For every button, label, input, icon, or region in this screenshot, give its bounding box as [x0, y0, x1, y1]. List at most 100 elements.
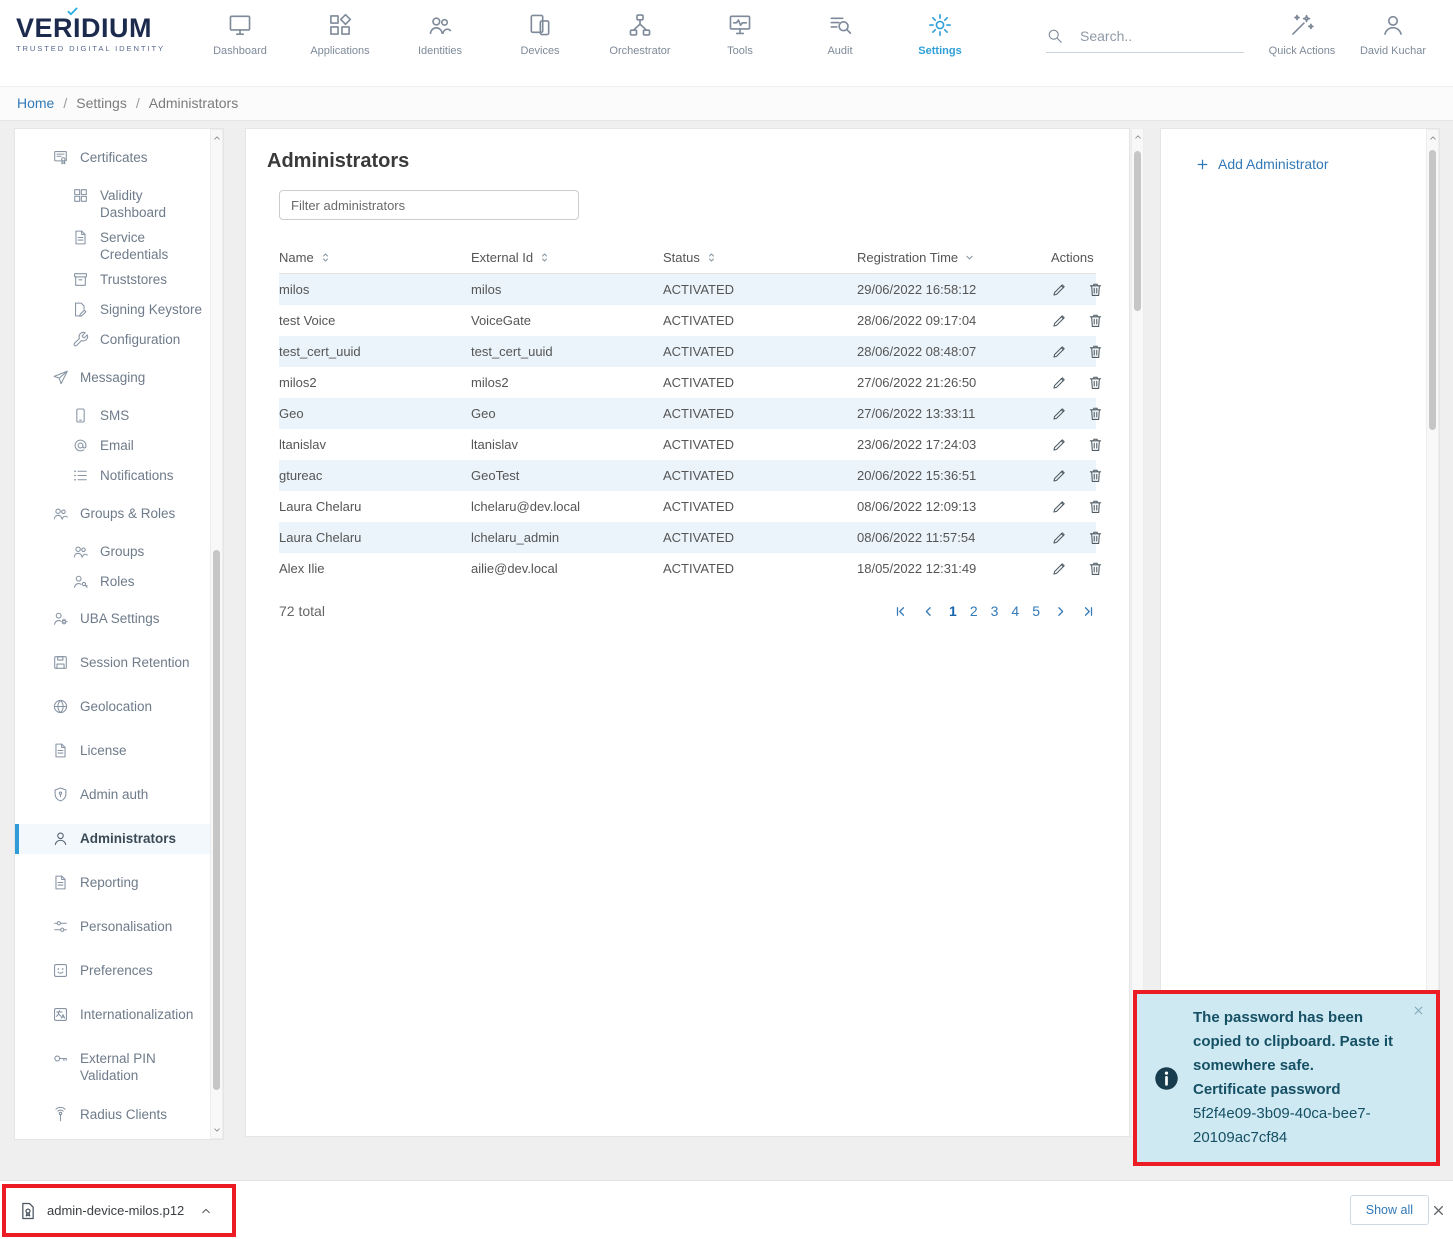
page-4[interactable]: 4: [1011, 603, 1019, 619]
nav-orchestrator[interactable]: Orchestrator: [590, 12, 690, 57]
sidebar-item-email[interactable]: Email: [15, 431, 223, 461]
veridium-logo[interactable]: VERIDIUM TRUSTED DIGITAL IDENTITY: [16, 13, 165, 53]
page-1[interactable]: 1: [949, 603, 957, 619]
quick-actions-button[interactable]: Quick Actions: [1258, 12, 1346, 57]
sidebar-item-radius-clients[interactable]: Radius Clients: [15, 1100, 223, 1130]
scroll-down-icon[interactable]: [212, 1125, 222, 1135]
show-all-button[interactable]: Show all: [1350, 1195, 1429, 1225]
page-title: Administrators: [267, 150, 1129, 173]
scroll-up-icon[interactable]: [212, 133, 222, 143]
sidebar-item-validity-dashboard[interactable]: Validity Dashboard: [15, 181, 223, 223]
edit-icon[interactable]: [1051, 436, 1068, 453]
edit-icon[interactable]: [1051, 405, 1068, 422]
edit-icon[interactable]: [1051, 560, 1068, 577]
column-header-status[interactable]: Status: [663, 250, 857, 265]
nav-tools[interactable]: Tools: [690, 12, 790, 57]
edit-icon[interactable]: [1051, 498, 1068, 515]
column-header-name[interactable]: Name: [279, 250, 471, 265]
administrators-icon: [52, 830, 69, 847]
previous-page-icon[interactable]: [921, 604, 936, 619]
sidebar-item-notifications[interactable]: Notifications: [15, 461, 223, 491]
brand-tagline: TRUSTED DIGITAL IDENTITY: [16, 44, 165, 53]
delete-icon[interactable]: [1087, 405, 1104, 422]
first-page-icon[interactable]: [893, 604, 908, 619]
sidebar-item-roles[interactable]: Roles: [15, 567, 223, 597]
nav-dashboard[interactable]: Dashboard: [190, 12, 290, 57]
user-menu[interactable]: David Kuchar: [1346, 12, 1440, 57]
sidebar-item-signing-keystore[interactable]: Signing Keystore: [15, 295, 223, 325]
column-header-actions[interactable]: Actions: [1051, 250, 1096, 265]
sidebar-item-service-credentials[interactable]: Service Credentials: [15, 223, 223, 265]
sidebar-item-reporting[interactable]: Reporting: [15, 868, 223, 898]
page-3[interactable]: 3: [991, 603, 999, 619]
delete-icon[interactable]: [1087, 374, 1104, 391]
sidebar-item-groups[interactable]: Groups: [15, 537, 223, 567]
download-bar: admin-device-milos.p12 Show all: [0, 1180, 1453, 1239]
sidebar-item-certificates[interactable]: Certificates: [15, 143, 223, 173]
nav-applications[interactable]: Applications: [290, 12, 390, 57]
nav-devices[interactable]: Devices: [490, 12, 590, 57]
sidebar-item-uba-settings[interactable]: UBA Settings: [15, 604, 223, 634]
edit-icon[interactable]: [1051, 529, 1068, 546]
delete-icon[interactable]: [1087, 436, 1104, 453]
close-icon[interactable]: [1431, 1203, 1446, 1218]
brand-name: VERIDIUM: [16, 13, 152, 43]
next-page-icon[interactable]: [1053, 604, 1068, 619]
delete-icon[interactable]: [1087, 529, 1104, 546]
sidebar-scrollbar[interactable]: [210, 129, 223, 1139]
scrollbar-thumb[interactable]: [1429, 150, 1436, 430]
delete-icon[interactable]: [1087, 498, 1104, 515]
edit-icon[interactable]: [1051, 281, 1068, 298]
page-2[interactable]: 2: [970, 603, 978, 619]
sidebar-item-preferences[interactable]: Preferences: [15, 956, 223, 986]
download-item[interactable]: admin-device-milos.p12: [6, 1201, 232, 1221]
filter-administrators-input[interactable]: [279, 190, 579, 220]
sidebar-item-external-pin-validation[interactable]: External PIN Validation: [15, 1044, 223, 1086]
sidebar-item-internationalization[interactable]: Internationalization: [15, 1000, 223, 1030]
sidebar-item-administrators[interactable]: Administrators: [15, 824, 223, 854]
sidebar-item-configuration[interactable]: Configuration: [15, 325, 223, 355]
sidebar-item-admin-auth[interactable]: Admin auth: [15, 780, 223, 810]
sidebar-item-sms[interactable]: SMS: [15, 401, 223, 431]
nav-settings[interactable]: Settings: [890, 12, 990, 57]
search-input[interactable]: [1080, 28, 1230, 44]
column-header-external-id[interactable]: External Id: [471, 250, 663, 265]
sidebar-item-messaging[interactable]: Messaging: [15, 363, 223, 393]
scrollbar-thumb[interactable]: [1134, 151, 1141, 311]
sidebar-item-personalisation[interactable]: Personalisation: [15, 912, 223, 942]
breadcrumb-settings[interactable]: Settings: [54, 95, 126, 111]
nav-identities[interactable]: Identities: [390, 12, 490, 57]
edit-icon[interactable]: [1051, 374, 1068, 391]
close-icon[interactable]: [1412, 1004, 1425, 1017]
sidebar-item-geolocation[interactable]: Geolocation: [15, 692, 223, 722]
table-row: Laura Chelaru lchelaru@dev.local ACTIVAT…: [279, 491, 1096, 522]
breadcrumb-home[interactable]: Home: [17, 95, 54, 111]
cell-status: ACTIVATED: [663, 530, 857, 545]
delete-icon[interactable]: [1087, 467, 1104, 484]
sidebar-item-session-retention[interactable]: Session Retention: [15, 648, 223, 678]
identities-icon: [427, 12, 453, 38]
scrollbar-thumb[interactable]: [213, 550, 220, 1090]
chevron-up-icon[interactable]: [199, 1204, 213, 1218]
column-header-registration-time[interactable]: Registration Time: [857, 250, 1051, 265]
sidebar-item-truststores[interactable]: Truststores: [15, 265, 223, 295]
scroll-up-icon[interactable]: [1133, 132, 1143, 142]
sidebar-item-groups-roles[interactable]: Groups & Roles: [15, 499, 223, 529]
sidebar-item-license[interactable]: License: [15, 736, 223, 766]
detail-panel-scrollbar[interactable]: [1426, 129, 1439, 1136]
cell-external-id: milos: [471, 282, 663, 297]
add-administrator-button[interactable]: Add Administrator: [1195, 156, 1329, 172]
nav-audit[interactable]: Audit: [790, 12, 890, 57]
last-page-icon[interactable]: [1081, 604, 1096, 619]
edit-icon[interactable]: [1051, 343, 1068, 360]
edit-icon[interactable]: [1051, 312, 1068, 329]
scroll-up-icon[interactable]: [1428, 133, 1438, 143]
page-5[interactable]: 5: [1032, 603, 1040, 619]
content-scrollbar[interactable]: [1131, 128, 1144, 1137]
edit-icon[interactable]: [1051, 467, 1068, 484]
delete-icon[interactable]: [1087, 560, 1104, 577]
delete-icon[interactable]: [1087, 281, 1104, 298]
delete-icon[interactable]: [1087, 343, 1104, 360]
cell-name: test_cert_uuid: [279, 344, 471, 359]
delete-icon[interactable]: [1087, 312, 1104, 329]
